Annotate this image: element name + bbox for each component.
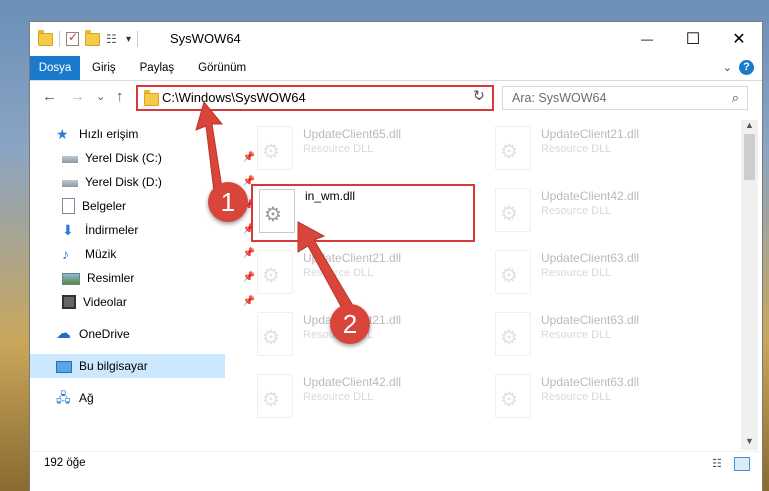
step-1-badge: 1 [208, 182, 248, 222]
step-2-arrow [297, 221, 353, 313]
step-2-badge: 2 [330, 304, 370, 344]
step-1-arrow [195, 100, 224, 193]
callout-arrows [195, 100, 353, 313]
